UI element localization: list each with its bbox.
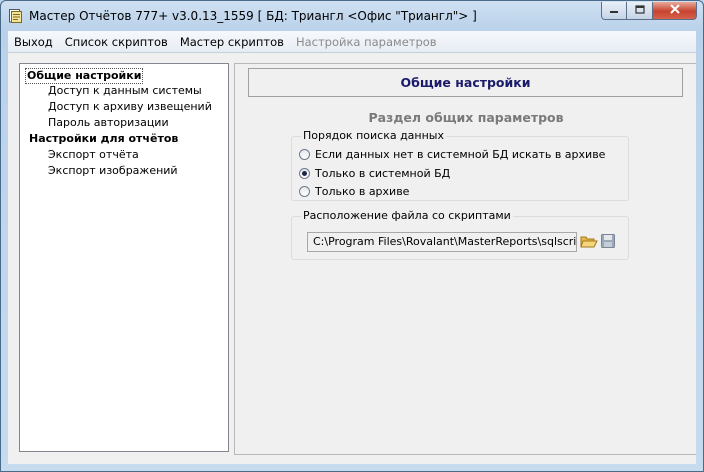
tree-item-general-settings[interactable]: Общие настройки (25, 68, 144, 84)
tree-item-system-data-access[interactable]: Доступ к данным системы (48, 84, 202, 98)
minimize-icon (609, 4, 619, 17)
tree-item-image-export[interactable]: Экспорт изображений (48, 164, 178, 178)
client-area: Общие настройки Доступ к данным системы … (8, 53, 696, 464)
script-path-field[interactable]: C:\Program Files\Rovalant\MasterReports\… (307, 232, 577, 252)
script-file-group: Расположение файла со скриптами C:\Progr… (291, 209, 629, 260)
maximize-icon (634, 4, 645, 17)
save-disk-icon[interactable] (601, 234, 615, 248)
close-button[interactable] (653, 2, 697, 20)
search-order-legend: Порядок поиска данных (301, 129, 447, 142)
radio-button[interactable] (299, 149, 310, 160)
menu-bar: Выход Список скриптов Мастер скриптов На… (8, 31, 696, 53)
tree-item-report-settings[interactable]: Настройки для отчётов (29, 132, 178, 146)
folder-open-icon[interactable] (580, 233, 598, 249)
menu-exit[interactable]: Выход (8, 35, 59, 49)
menu-script-list[interactable]: Список скриптов (59, 35, 174, 49)
radio-button[interactable] (299, 168, 310, 179)
search-order-group: Порядок поиска данных Если данных нет в … (291, 129, 629, 201)
close-icon (669, 4, 681, 17)
tree-item-auth-password[interactable]: Пароль авторизации (48, 116, 169, 130)
panel-title: Общие настройки (400, 75, 531, 90)
window-title: Мастер Отчётов 777+ v3.0.13_1559 [ БД: Т… (29, 9, 477, 23)
radio-label: Только в архиве (315, 185, 410, 198)
tree-item-notice-archive-access[interactable]: Доступ к архиву извещений (48, 100, 212, 114)
menu-parameter-settings: Настройка параметров (295, 34, 437, 49)
script-file-legend: Расположение файла со скриптами (301, 209, 513, 222)
panel-header: Общие настройки (248, 68, 683, 97)
tree-item-report-export[interactable]: Экспорт отчёта (48, 148, 139, 162)
app-window: Мастер Отчётов 777+ v3.0.13_1559 [ БД: Т… (0, 0, 704, 472)
radio-label: Если данных нет в системной БД искать в … (315, 148, 606, 161)
settings-panel: Общие настройки Раздел общих параметров … (234, 63, 696, 455)
radio-label: Только в системной БД (315, 167, 451, 180)
maximize-button[interactable] (627, 2, 653, 20)
title-bar[interactable]: Мастер Отчётов 777+ v3.0.13_1559 [ БД: Т… (1, 1, 703, 31)
settings-tree[interactable]: Общие настройки Доступ к данным системы … (19, 63, 229, 452)
radio-option-archive-only[interactable]: Только в архиве (299, 185, 409, 198)
report-app-icon[interactable] (9, 9, 22, 23)
menu-script-wizard[interactable]: Мастер скриптов (174, 35, 290, 49)
section-subtitle: Раздел общих параметров (368, 110, 564, 125)
window-controls (601, 2, 697, 20)
minimize-button[interactable] (601, 2, 627, 20)
radio-option-archive-fallback[interactable]: Если данных нет в системной БД искать в … (299, 148, 605, 161)
radio-option-system-db-only[interactable]: Только в системной БД (299, 167, 450, 180)
radio-button[interactable] (299, 186, 310, 197)
